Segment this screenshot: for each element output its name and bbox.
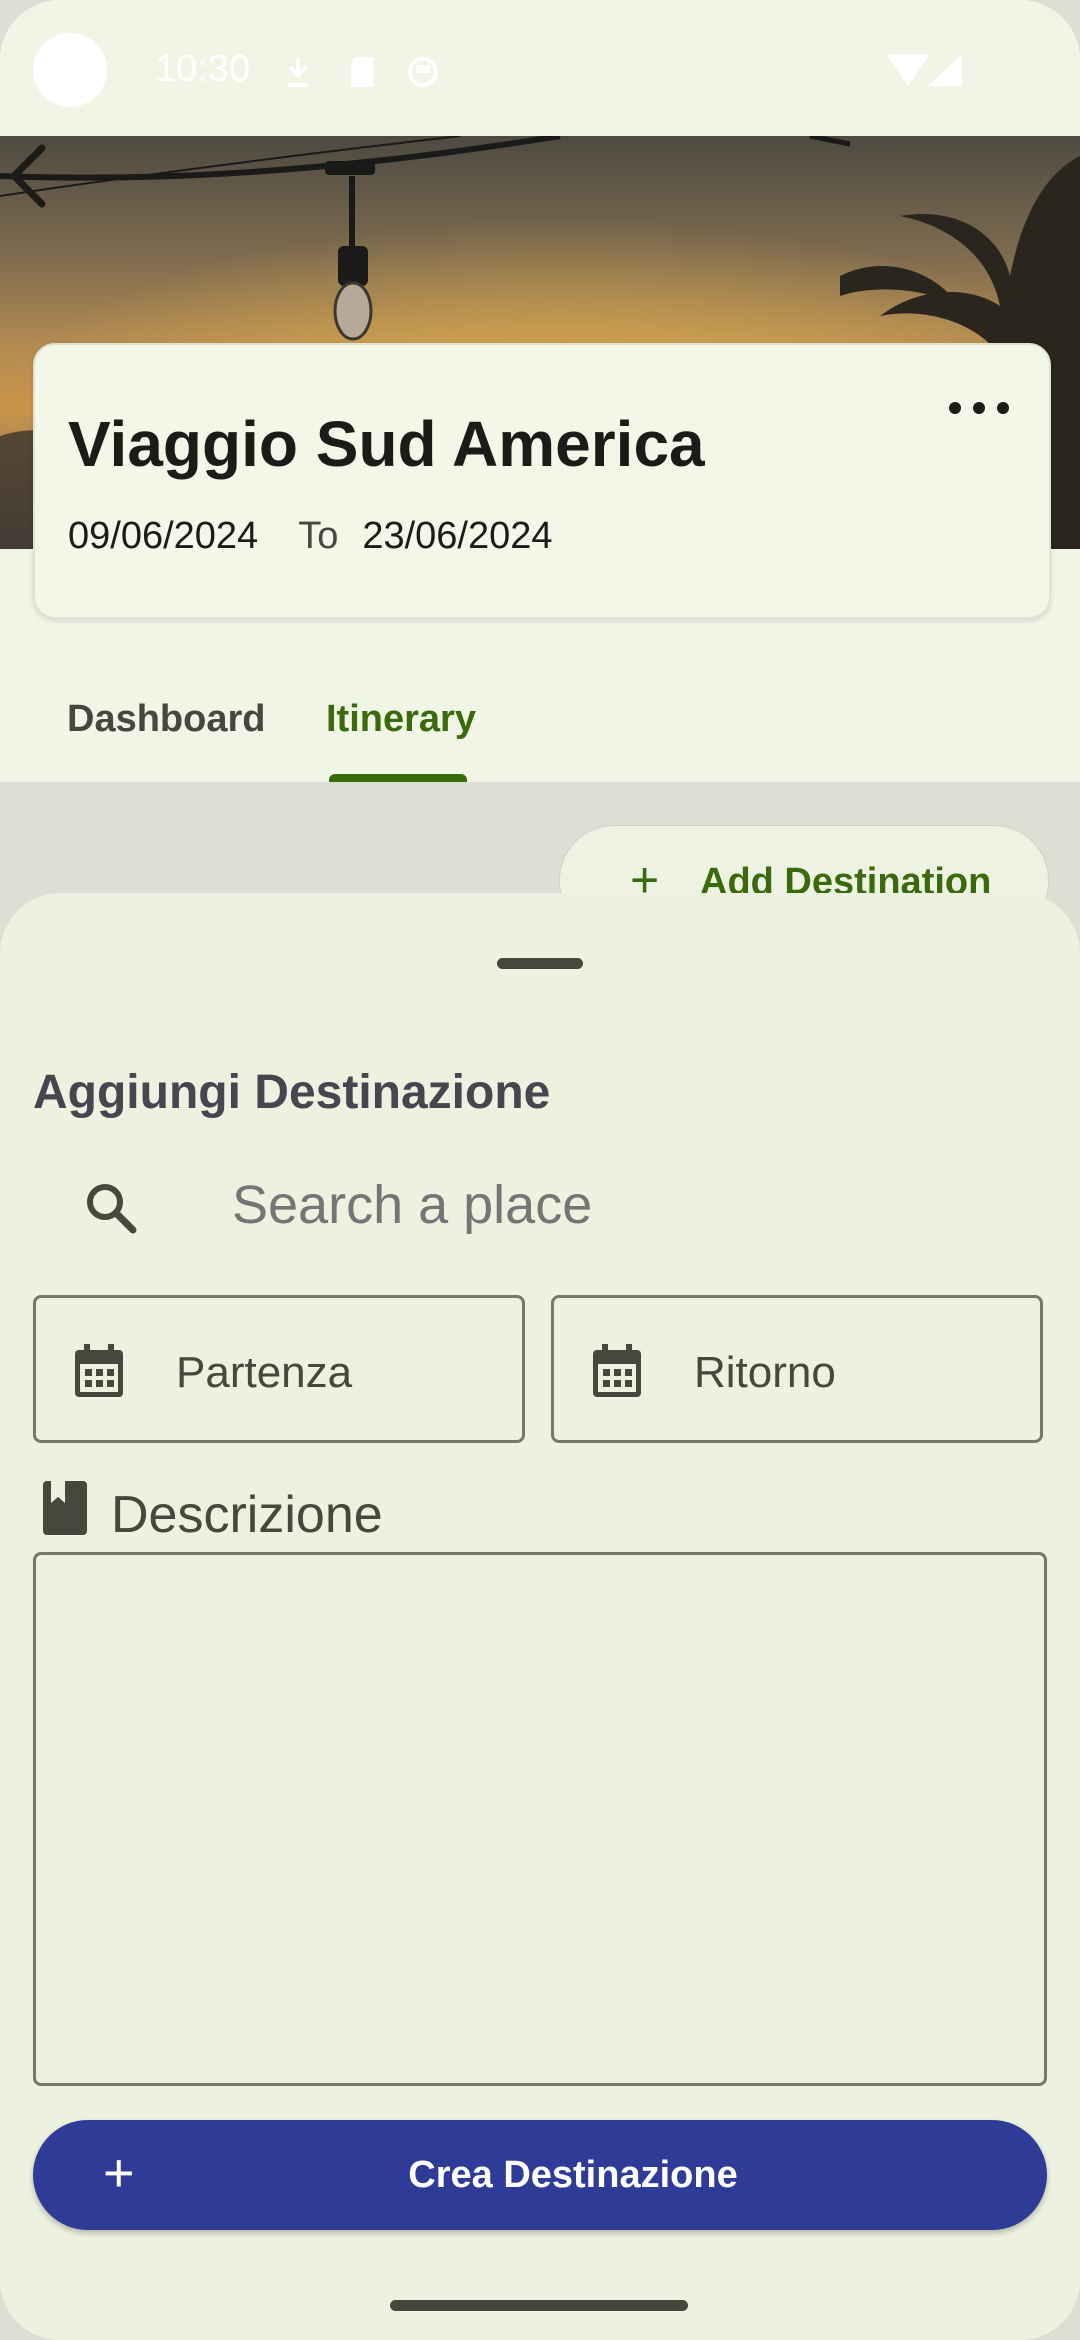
sheet-title: Aggiungi Destinazione [33, 1066, 551, 1119]
sd-card-icon [351, 57, 373, 87]
search-icon [87, 1184, 137, 1234]
download-icon [288, 57, 308, 87]
trip-start-date: 09/06/2024 [68, 515, 259, 557]
trip-date-range: 09/06/2024 To 23/06/2024 [68, 515, 553, 558]
home-indicator[interactable] [390, 2300, 688, 2311]
more-options-icon[interactable] [949, 393, 1009, 423]
return-label: Ritorno [694, 1348, 836, 1397]
signal-icon [928, 54, 962, 86]
tab-bar: Dashboard Itinerary [0, 660, 1080, 782]
sync-icon [408, 57, 438, 87]
tab-selected-indicator [329, 774, 467, 782]
tab-dashboard[interactable]: Dashboard [67, 698, 265, 741]
departure-label: Partenza [176, 1348, 353, 1397]
calendar-icon [593, 1344, 641, 1397]
tab-itinerary[interactable]: Itinerary [326, 698, 476, 741]
app-screen: 10:30 Viaggio Sud America 09/06/2024 To … [0, 0, 1080, 2340]
status-time: 10:30 [155, 48, 251, 90]
add-destination-sheet: Aggiungi Destinazione Partenza [0, 893, 1080, 2340]
trip-header-card: Viaggio Sud America 09/06/2024 To 23/06/… [33, 343, 1051, 619]
departure-date-field[interactable]: Partenza [33, 1295, 525, 1443]
trip-end-date: 23/06/2024 [362, 515, 553, 557]
back-arrow-icon[interactable] [0, 136, 60, 216]
description-textarea[interactable] [33, 1552, 1047, 2086]
sheet-drag-handle[interactable] [497, 958, 583, 969]
place-search-input[interactable] [230, 1173, 994, 1237]
create-destination-label: Crea Destinazione [408, 2154, 738, 2196]
date-separator: To [298, 515, 339, 557]
description-label-row: Descrizione [33, 1475, 833, 1545]
status-bar: 10:30 [0, 0, 1080, 136]
book-icon [43, 1481, 87, 1535]
place-search-bar[interactable] [33, 1155, 1047, 1255]
return-date-field[interactable]: Ritorno [551, 1295, 1043, 1443]
create-destination-button[interactable]: + Crea Destinazione [33, 2120, 1047, 2230]
trip-title: Viaggio Sud America [68, 408, 705, 480]
calendar-icon [75, 1344, 123, 1397]
wifi-icon [886, 54, 930, 86]
camera-cutout [33, 33, 107, 107]
description-label: Descrizione [111, 1486, 383, 1544]
